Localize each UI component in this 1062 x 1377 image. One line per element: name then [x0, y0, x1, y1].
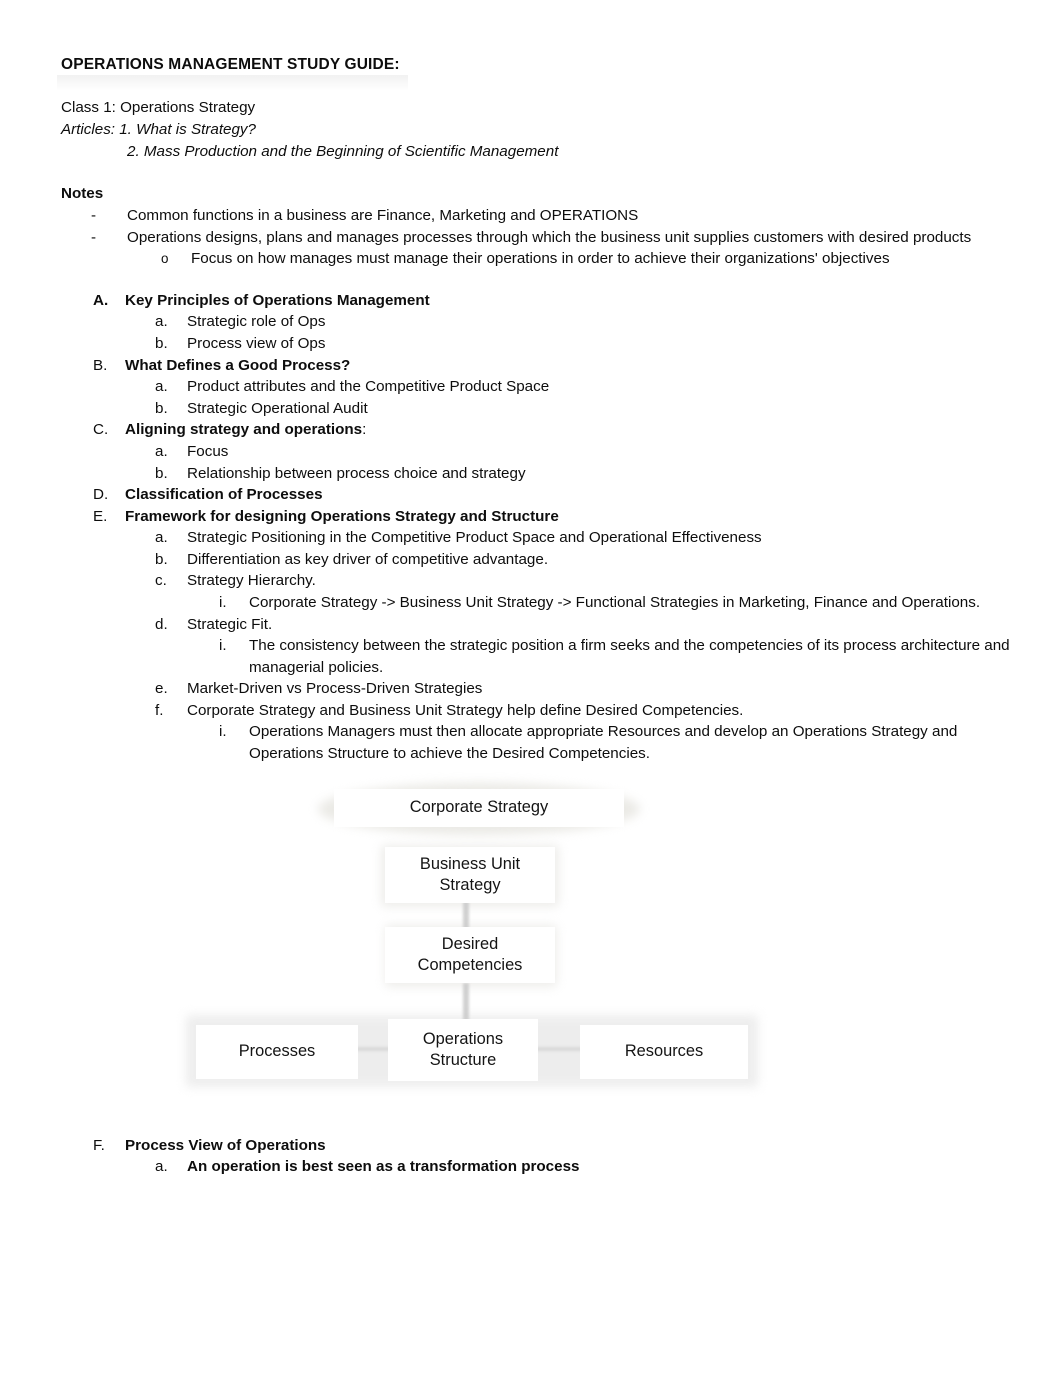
list-item-text: Focus	[187, 442, 229, 460]
outline-marker: b.	[155, 335, 168, 353]
outline-marker: i.	[219, 593, 227, 611]
list-item-text: Process view of Ops	[187, 335, 326, 353]
list-item: a. Product attributes and the Competitiv…	[61, 376, 1010, 398]
list-item: d. Strategic Fit.	[61, 614, 1010, 636]
outline-marker: a.	[155, 313, 168, 331]
list-item-text: Common functions in a business are Finan…	[127, 207, 639, 225]
outline-item-c: C. Aligning strategy and operations:	[61, 419, 1010, 441]
class-line: Class 1: Operations Strategy	[61, 99, 256, 117]
outline-marker: a.	[155, 378, 168, 396]
node-desired-competencies: Desired Competencies	[385, 926, 555, 983]
outline-item-b: B. What Defines a Good Process?	[61, 355, 1010, 377]
list-item-text: Operations designs, plans and manages pr…	[127, 228, 972, 246]
list-item-text: An operation is best seen as a transform…	[187, 1158, 580, 1176]
outline-title: What Defines a Good Process?	[125, 356, 351, 374]
list-item: i. The consistency between the strategic…	[61, 635, 1010, 678]
outline-item-e: E. Framework for designing Operations St…	[61, 506, 1010, 528]
list-item-text: The consistency between the strategic po…	[249, 637, 1010, 676]
list-item-text: Product attributes and the Competitive P…	[187, 378, 550, 396]
bullet-dash-icon: -	[91, 207, 97, 225]
outline-marker: b.	[155, 399, 168, 417]
outline-title: Key Principles of Operations Management	[125, 291, 430, 309]
list-item: f. Corporate Strategy and Business Unit …	[61, 700, 1010, 722]
outline-marker: A.	[93, 291, 109, 309]
strategy-hierarchy-diagram: Corporate Strategy Business Unit Strateg…	[0, 779, 1062, 1099]
list-item-text: Strategic Operational Audit	[187, 399, 368, 417]
node-business-unit-strategy: Business Unit Strategy	[385, 846, 555, 903]
articles-line-2: 2. Mass Production and the Beginning of …	[127, 143, 559, 161]
list-item-text: Operations Managers must then allocate a…	[249, 723, 958, 763]
bullet-dash-icon: -	[91, 228, 97, 246]
outline-marker: E.	[93, 507, 108, 525]
outline-marker: f.	[155, 701, 164, 719]
outline-item-d: D. Classification of Processes	[61, 484, 1010, 506]
outline-marker: F.	[93, 1136, 105, 1154]
tail-section: F. Process View of Operations a. An oper…	[61, 1135, 1010, 1178]
outline-title: Classification of Processes	[125, 486, 323, 504]
list-item-text: Focus on how manages must manage their o…	[191, 250, 890, 268]
outline-marker: c.	[155, 572, 167, 590]
outline-marker: b.	[155, 464, 168, 482]
list-item-text: Strategy Hierarchy.	[187, 572, 316, 590]
list-item: o Focus on how manages must manage their…	[61, 248, 1010, 270]
list-item: b. Differentiation as key driver of comp…	[61, 549, 1010, 571]
list-item: a. Strategic Positioning in the Competit…	[61, 527, 1010, 549]
outline-marker: a.	[155, 529, 168, 547]
list-item: c. Strategy Hierarchy.	[61, 570, 1010, 592]
outline-title: Process View of Operations	[125, 1136, 326, 1154]
outline-marker: B.	[93, 356, 108, 374]
list-item-text: Strategic Positioning in the Competitive…	[187, 529, 762, 547]
outline-title-wrap: Aligning strategy and operations:	[125, 419, 1010, 441]
list-item: i. Corporate Strategy -> Business Unit S…	[61, 592, 1010, 614]
outline-title: Framework for designing Operations Strat…	[125, 507, 559, 525]
list-item: i. Operations Managers must then allocat…	[61, 721, 1010, 764]
outline-marker: D.	[93, 486, 109, 504]
list-item-text: Relationship between process choice and …	[187, 464, 526, 482]
outline-marker: b.	[155, 550, 168, 568]
outline-marker: i.	[219, 723, 227, 741]
articles-line-1: Articles: 1. What is Strategy?	[61, 121, 256, 139]
bullet-circle-icon: o	[161, 251, 169, 267]
outline-marker: a.	[155, 1158, 168, 1176]
list-item-text: Corporate Strategy and Business Unit Str…	[187, 701, 744, 719]
node-resources: Resources	[580, 1024, 748, 1079]
list-item: b. Relationship between process choice a…	[61, 463, 1010, 485]
list-item: - Operations designs, plans and manages …	[61, 227, 1010, 249]
outline-item-a: A. Key Principles of Operations Manageme…	[61, 290, 1010, 312]
list-item-text: Corporate Strategy -> Business Unit Stra…	[249, 593, 981, 611]
list-item: a. Focus	[61, 441, 1010, 463]
outline-marker: C.	[93, 421, 109, 439]
outline-marker: e.	[155, 680, 168, 698]
outline-marker: i.	[219, 637, 227, 655]
outline-title-suffix: :	[362, 421, 367, 439]
outline-marker: d.	[155, 615, 168, 633]
page-title: OPERATIONS MANAGEMENT STUDY GUIDE:	[57, 55, 408, 93]
outline-marker: a.	[155, 442, 168, 460]
list-item-text: Market-Driven vs Process-Driven Strategi…	[187, 680, 483, 698]
outline-item-f: F. Process View of Operations	[61, 1135, 1010, 1157]
node-processes: Processes	[196, 1024, 358, 1079]
list-item: a. An operation is best seen as a transf…	[61, 1156, 1010, 1178]
outline-title: Aligning strategy and operations	[125, 421, 363, 439]
list-item: b. Process view of Ops	[61, 333, 1010, 355]
list-item: e. Market-Driven vs Process-Driven Strat…	[61, 678, 1010, 700]
node-corporate-strategy: Corporate Strategy	[334, 788, 624, 827]
list-item-text: Strategic Fit.	[187, 615, 273, 633]
list-item: b. Strategic Operational Audit	[61, 398, 1010, 420]
list-item-text: Strategic role of Ops	[187, 313, 326, 331]
list-item: - Common functions in a business are Fin…	[61, 205, 1010, 227]
node-operations-structure: Operations Structure	[388, 1018, 538, 1081]
notes-heading: Notes	[61, 185, 104, 203]
list-item: a. Strategic role of Ops	[61, 311, 1010, 333]
list-item-text: Differentiation as key driver of competi…	[187, 550, 549, 568]
document-page: OPERATIONS MANAGEMENT STUDY GUIDE: Class…	[0, 0, 1062, 1377]
